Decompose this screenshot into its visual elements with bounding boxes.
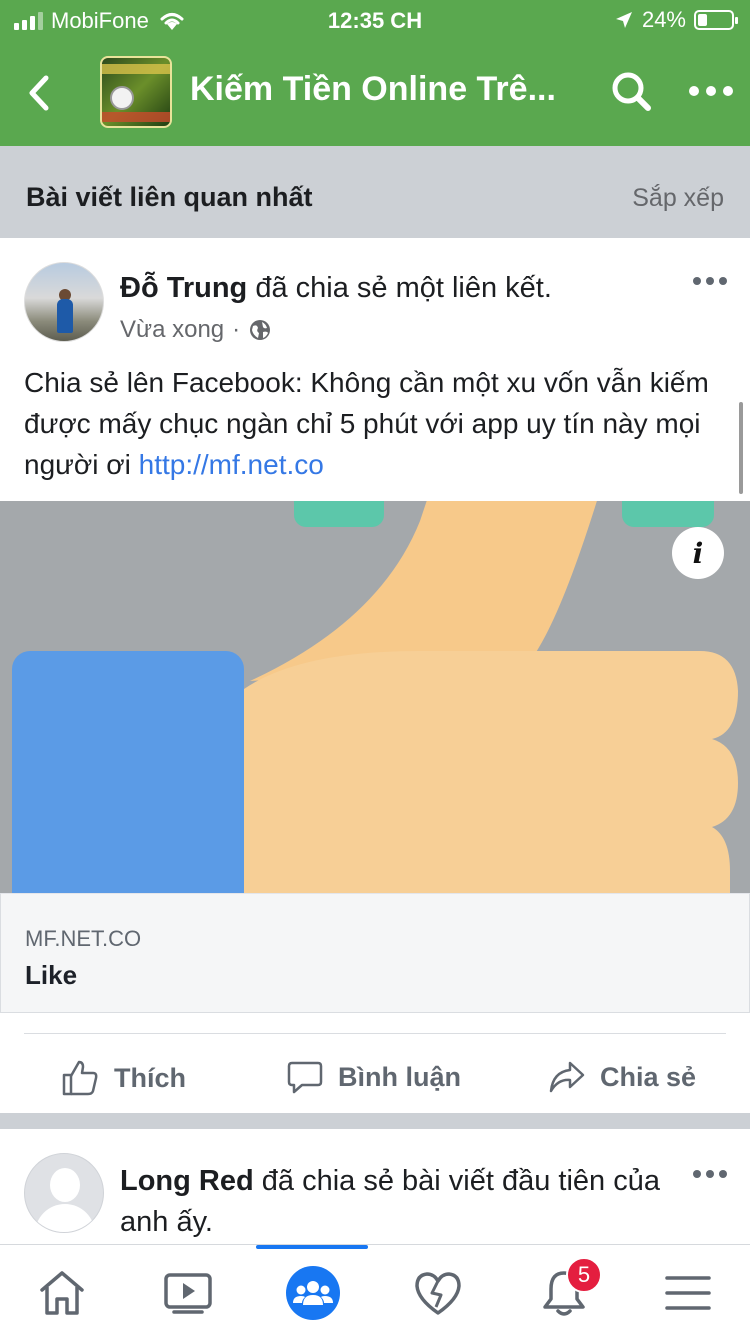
- more-icon[interactable]: [686, 76, 736, 106]
- sort-bar-label: Bài viết liên quan nhất: [26, 182, 313, 212]
- post2-options-icon[interactable]: [692, 1167, 728, 1181]
- tab-menu[interactable]: [658, 1263, 718, 1323]
- notification-badge: 5: [566, 1257, 602, 1293]
- battery-percent: 24%: [641, 7, 686, 32]
- link-title: Like: [25, 960, 78, 990]
- menu-icon: [665, 1276, 711, 1310]
- dating-heart-icon: [415, 1272, 461, 1315]
- tab-watch[interactable]: [158, 1263, 218, 1323]
- post-options-icon[interactable]: [692, 274, 728, 288]
- post-link[interactable]: http://mf.net.co: [139, 449, 324, 480]
- post-meta: Vừa xong ·: [120, 316, 272, 344]
- author-avatar-placeholder[interactable]: [24, 1153, 104, 1233]
- post-actions: Thích Bình luận Chia sẻ: [0, 1048, 750, 1112]
- feed-post-2: Long Red đã chia sẻ bài viết đầu tiên củ…: [0, 1129, 750, 1244]
- status-bar: MobiFone 12:35 CH 24%: [0, 0, 750, 40]
- bottom-tab-bar: 5: [0, 1244, 750, 1334]
- action-divider: [24, 1033, 726, 1034]
- info-icon[interactable]: i: [672, 527, 724, 579]
- location-arrow-icon: [615, 12, 632, 28]
- group-title[interactable]: Kiếm Tiền Online Trê...: [190, 70, 570, 109]
- group-navbar: Kiếm Tiền Online Trê...: [0, 40, 750, 146]
- share-button[interactable]: Chia sẻ: [548, 1058, 696, 1096]
- top-bar: MobiFone 12:35 CH 24% Kiếm Tiền Online T…: [0, 0, 750, 146]
- tab-groups[interactable]: [283, 1263, 343, 1323]
- post-time[interactable]: Vừa xong: [120, 316, 224, 344]
- active-tab-indicator: [256, 1245, 368, 1249]
- post-body: Chia sẻ lên Facebook: Không cần một xu v…: [24, 367, 709, 480]
- share-icon: [549, 1061, 585, 1093]
- search-icon[interactable]: [608, 68, 654, 114]
- globe-icon: [250, 320, 271, 340]
- meta-separator: ·: [232, 316, 241, 343]
- scrollbar[interactable]: [739, 402, 743, 494]
- link-domain: MF.NET.CO: [25, 926, 142, 951]
- sort-bar: Bài viết liên quan nhất Sắp xếp: [0, 146, 750, 238]
- tab-home[interactable]: [32, 1263, 92, 1323]
- post-action-text: đã chia sẻ một liên kết.: [247, 272, 552, 304]
- comment-icon: [287, 1061, 323, 1094]
- sort-button[interactable]: Sắp xếp: [632, 184, 724, 213]
- home-icon: [40, 1271, 84, 1315]
- watch-icon: [164, 1273, 212, 1314]
- post2-header: Long Red đã chia sẻ bài viết đầu tiên củ…: [120, 1161, 660, 1243]
- post2-author[interactable]: Long Red: [120, 1165, 254, 1197]
- link-card[interactable]: MF.NET.CO Like: [0, 893, 750, 1013]
- post-text: Chia sẻ lên Facebook: Không cần một xu v…: [24, 362, 724, 485]
- group-cover-image[interactable]: [100, 56, 172, 128]
- comment-label: Bình luận: [338, 1061, 461, 1092]
- thumbs-up-icon: [62, 1060, 98, 1096]
- like-label: Thích: [114, 1062, 186, 1093]
- groups-icon: [286, 1266, 340, 1320]
- share-label: Chia sẻ: [600, 1061, 697, 1092]
- author-avatar[interactable]: [24, 262, 104, 342]
- feed-post: Đỗ Trung đã chia sẻ một liên kết. Vừa xo…: [0, 238, 750, 1113]
- comment-button[interactable]: Bình luận: [286, 1058, 461, 1096]
- post-header: Đỗ Trung đã chia sẻ một liên kết.: [120, 272, 552, 305]
- battery-icon: [694, 10, 738, 30]
- tab-dating[interactable]: [408, 1263, 468, 1323]
- feed-separator: [0, 1113, 750, 1129]
- link-preview-image[interactable]: i: [0, 501, 750, 893]
- back-chevron-icon[interactable]: [20, 70, 60, 116]
- status-right: 24%: [614, 7, 738, 33]
- like-button[interactable]: Thích: [60, 1058, 186, 1098]
- author-name[interactable]: Đỗ Trung: [120, 272, 247, 304]
- thumbs-up-illustration: [0, 501, 750, 893]
